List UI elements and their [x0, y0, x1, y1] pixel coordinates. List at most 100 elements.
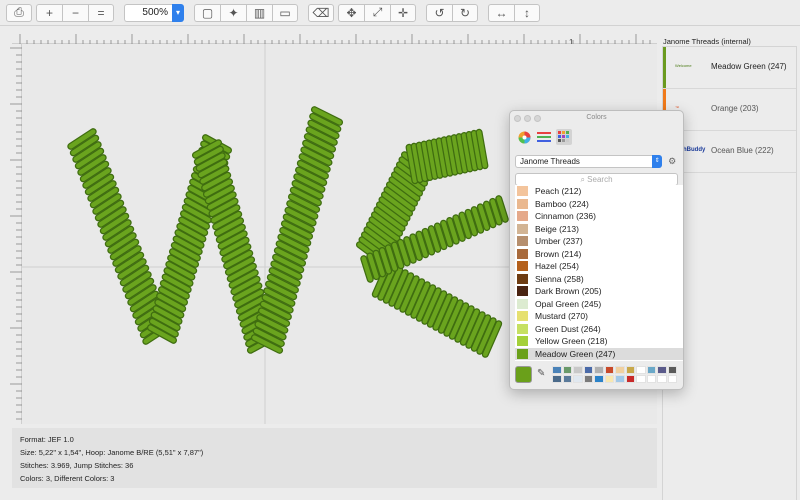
saved-swatch[interactable] [583, 366, 593, 374]
thread-color-row[interactable]: Sienna (258) [515, 273, 683, 286]
tools-group: ▢ ✦ ▥ ▭ [194, 3, 298, 22]
zoom-in-button[interactable]: + [36, 3, 62, 22]
zoom-button[interactable] [534, 115, 541, 122]
resize-button[interactable]: ⤢ [364, 3, 390, 22]
thread-label: Orange (203) [711, 104, 759, 113]
thread-color-label: Brown (214) [535, 248, 582, 259]
saved-swatch[interactable] [562, 366, 572, 374]
rotate-right-button[interactable]: ↻ [452, 3, 478, 22]
saved-swatch[interactable] [573, 366, 583, 374]
thread-label: Meadow Green (247) [711, 62, 787, 71]
thread-color-label: Cinnamon (236) [535, 211, 596, 222]
zoom-dropdown-button[interactable]: ▾ [172, 3, 184, 22]
thread-panel-title: Janome Threads (internal) [663, 37, 751, 46]
delete-button[interactable]: ⌫ [308, 3, 334, 22]
flip-group: ↔ ↕ [488, 3, 540, 22]
toolbar: ⎙ + − = 500% ▾ ▢ ✦ ▥ ▭ ⌫ ✥ ⤢ ✛ ↺ ↻ ↔ ↕ [0, 0, 800, 26]
color-swatch [517, 323, 528, 334]
saved-swatch[interactable] [583, 375, 593, 383]
saved-swatch[interactable] [552, 375, 562, 383]
saved-swatch[interactable] [604, 366, 614, 374]
colors-info: Colors: 3, Different Colors: 3 [20, 474, 115, 483]
thread-color-row[interactable]: Umber (237) [515, 235, 683, 248]
flip-horizontal-icon: ↔ [495, 5, 508, 20]
thread-color-row[interactable]: Dark Brown (205) [515, 285, 683, 298]
stitch-button[interactable]: ▥ [246, 3, 272, 22]
zoom-field[interactable]: 500% [124, 3, 172, 22]
color-swatch [517, 261, 528, 272]
saved-swatch[interactable] [615, 366, 625, 374]
zoom-actual-icon: = [97, 5, 105, 20]
saved-swatch[interactable] [604, 375, 614, 383]
thread-color-row[interactable]: Peach (212) [515, 185, 683, 198]
window-controls [514, 115, 544, 122]
thread-color-list[interactable]: Peach (212) Bamboo (224) Cinnamon (236) Bei… [515, 185, 683, 361]
magic-wand-button[interactable]: ✦ [220, 3, 246, 22]
thread-color-row[interactable]: Hazel (254) [515, 260, 683, 273]
rotate-right-icon: ↻ [459, 5, 471, 20]
saved-swatch[interactable] [615, 375, 625, 383]
tab-color-sliders[interactable] [536, 129, 552, 145]
thread-color-label: Sienna (258) [535, 273, 584, 284]
rotate-left-button[interactable]: ↺ [426, 3, 452, 22]
saved-swatch[interactable] [657, 375, 667, 383]
catalog-select[interactable]: Janome Threads ⇕ [515, 155, 663, 168]
swatch-grid [552, 366, 677, 383]
zoom-out-button[interactable]: − [62, 3, 88, 22]
flip-horizontal-button[interactable]: ↔ [488, 3, 514, 22]
thread-color-row[interactable]: Brown (214) [515, 248, 683, 261]
close-button[interactable] [514, 115, 521, 122]
select-rect-button[interactable]: ▢ [194, 3, 220, 22]
saved-swatch[interactable] [657, 366, 667, 374]
thread-color-row[interactable]: Meadow Green (247) [515, 347, 683, 360]
color-swatch [517, 236, 528, 247]
thread-color-row[interactable]: Opal Green (245) [515, 298, 683, 311]
size-info: Size: 5,22" x 1,54", Hoop: Janome B/RE (… [20, 448, 204, 457]
saved-swatch[interactable] [573, 375, 583, 383]
saved-swatch[interactable] [646, 375, 656, 383]
color-swatch [517, 336, 528, 347]
move-button[interactable]: ✥ [338, 3, 364, 22]
center-button[interactable]: ✛ [390, 3, 416, 22]
saved-swatch[interactable] [594, 366, 604, 374]
thread-color-row[interactable]: Cinnamon (236) [515, 210, 683, 223]
saved-swatch[interactable] [636, 366, 646, 374]
saved-swatch[interactable] [625, 366, 635, 374]
color-swatch [517, 198, 528, 209]
flip-vertical-button[interactable]: ↕ [514, 3, 540, 22]
zoom-actual-button[interactable]: = [88, 3, 114, 22]
colors-window-title: Colors [586, 114, 607, 121]
thread-color-label: Yellow Green (218) [535, 336, 608, 347]
saved-swatch[interactable] [667, 366, 677, 374]
color-swatch [517, 286, 528, 297]
thread-item-meadow-green[interactable]: Welcome Meadow Green (247) [663, 47, 796, 89]
saved-swatch[interactable] [636, 375, 646, 383]
thread-color-row[interactable]: Beige (213) [515, 223, 683, 236]
print-button[interactable]: ⎙ [6, 3, 32, 22]
saved-swatch[interactable] [667, 375, 677, 383]
thread-color-label: Beige (213) [535, 223, 579, 234]
tab-color-wheel[interactable] [516, 129, 532, 145]
zoom-out-icon: − [71, 5, 79, 20]
eyedropper-icon[interactable]: ✎ [537, 368, 545, 379]
saved-swatch[interactable] [552, 366, 562, 374]
catalog-select-value: Janome Threads [520, 157, 580, 166]
minimize-button[interactable] [524, 115, 531, 122]
color-swatch [517, 186, 528, 197]
saved-swatch[interactable] [594, 375, 604, 383]
thread-thumbnail: Welcome [675, 63, 692, 68]
thread-color-row[interactable]: Yellow Green (218) [515, 335, 683, 348]
thread-color-row[interactable]: Bamboo (224) [515, 198, 683, 211]
thread-color-row[interactable]: Green Dust (264) [515, 323, 683, 336]
saved-swatch[interactable] [625, 375, 635, 383]
thread-color-row[interactable]: Mustard (270) [515, 310, 683, 323]
gear-icon[interactable]: ⚙ [666, 156, 678, 167]
saved-swatch[interactable] [646, 366, 656, 374]
current-color-well[interactable] [515, 366, 532, 383]
thread-color-label: Green Dust (264) [535, 323, 601, 334]
colors-window-titlebar: Colors [510, 111, 683, 127]
tab-color-palettes[interactable] [556, 129, 572, 145]
saved-swatch[interactable] [562, 375, 572, 383]
ruler-button[interactable]: ▭ [272, 3, 298, 22]
colors-window-footer: ✎ [510, 363, 683, 389]
